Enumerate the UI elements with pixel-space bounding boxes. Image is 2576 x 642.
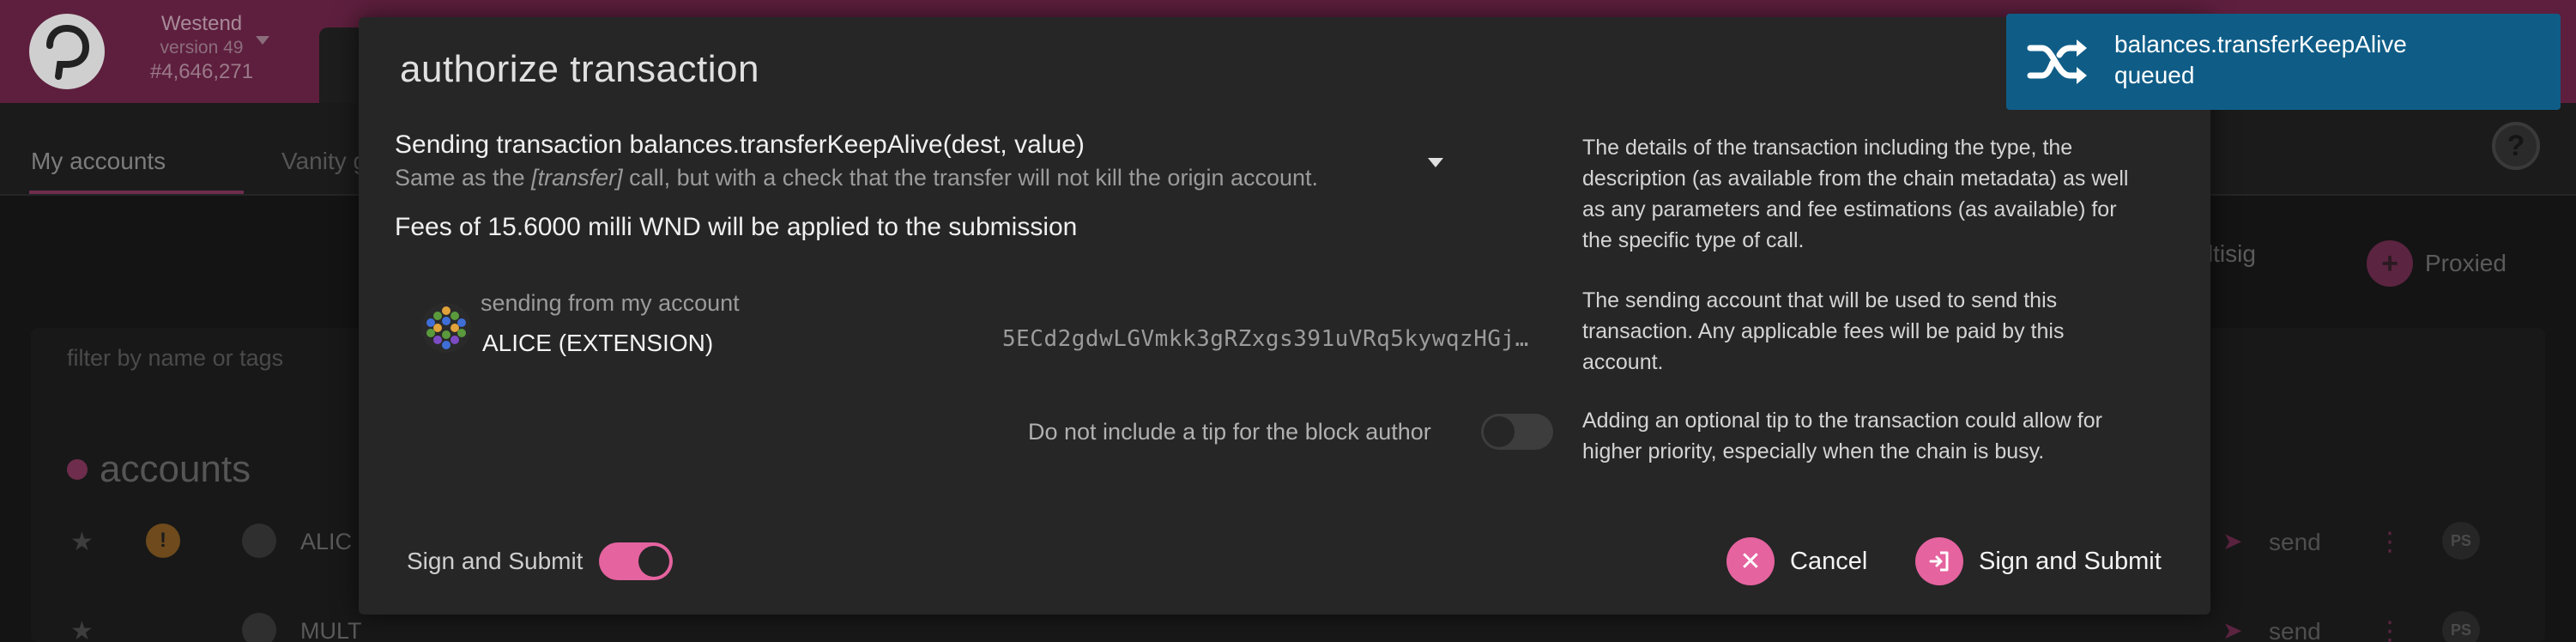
help-text-sender: The sending account that will be used to… (1582, 288, 2065, 374)
accounts-dot-icon (67, 459, 88, 480)
star-icon[interactable]: ★ (70, 527, 94, 557)
tip-toggle-label: Do not include a tip for the block autho… (1028, 419, 1431, 445)
transaction-title[interactable]: Sending transaction balances.transferKee… (395, 130, 1085, 160)
active-tab-indicator (29, 191, 244, 194)
modal-title: authorize transaction (400, 48, 759, 90)
tab-my-accounts[interactable]: My accounts (31, 148, 166, 175)
cancel-button[interactable]: ✕ Cancel (1726, 536, 1867, 587)
account-name: ALIC (300, 529, 353, 554)
description-prefix: Same as the (395, 165, 532, 191)
cancel-button-label: Cancel (1790, 547, 1868, 575)
chevron-down-icon[interactable] (256, 36, 269, 45)
plus-icon: + (2367, 240, 2413, 287)
help-text-details: The details of the transaction including… (1582, 136, 2129, 252)
tip-toggle[interactable] (1481, 414, 1553, 450)
toast-status: queued (2114, 62, 2195, 88)
send-icon[interactable]: ➤ (2222, 527, 2242, 555)
send-button[interactable]: send (2269, 529, 2321, 556)
chain-name: Westend (160, 12, 243, 35)
authorize-transaction-modal: authorize transaction Sending transactio… (359, 17, 2210, 615)
description-suffix: call, but with a check that the transfer… (622, 165, 1319, 191)
proxied-label: Proxied (2425, 250, 2506, 276)
identicon-avatar[interactable] (420, 302, 472, 354)
help-text-tip: Adding an optional tip to the transactio… (1582, 409, 2102, 463)
account-avatar[interactable] (242, 613, 276, 642)
expand-details-chevron-icon[interactable] (1428, 158, 1443, 167)
sign-and-submit-button[interactable]: Sign and Submit (1915, 536, 2162, 587)
sender-account-name[interactable]: ALICE (EXTENSION) (482, 330, 713, 357)
account-avatar[interactable] (242, 524, 276, 558)
chain-selector[interactable]: Westend version 49 #4,646,271 (120, 12, 283, 84)
filter-input[interactable]: filter by name or tags (67, 345, 283, 372)
send-button[interactable]: send (2269, 618, 2321, 642)
send-icon[interactable]: ➤ (2222, 616, 2242, 642)
transaction-description: Same as the [transfer] call, but with a … (395, 165, 1318, 191)
close-icon: ✕ (1726, 537, 1775, 585)
sign-and-submit-toggle[interactable] (599, 542, 673, 580)
toggle-knob (1484, 416, 1515, 447)
table-row: ★ MULT ➤ send ⋮ PS (0, 611, 2576, 642)
proxied-button[interactable]: + Proxied (2367, 240, 2506, 287)
status-toast[interactable]: balances.transferKeepAlive queued (2006, 14, 2561, 110)
toast-title: balances.transferKeepAlive (2114, 31, 2407, 58)
account-name: MULT (300, 618, 362, 642)
description-reference: [transfer] (531, 165, 623, 191)
accounts-heading-label: accounts (100, 448, 251, 490)
more-options-icon[interactable]: ⋮ (2377, 616, 2403, 642)
account-badge: PS (2442, 611, 2480, 642)
sender-label: sending from my account (481, 290, 740, 316)
sign-in-icon (1915, 537, 1963, 585)
shuffle-icon (2027, 39, 2087, 84)
toggle-knob (638, 546, 669, 577)
sign-and-submit-toggle-label: Sign and Submit (407, 548, 584, 574)
sign-and-submit-button-label: Sign and Submit (1979, 547, 2162, 575)
accounts-heading: accounts (67, 448, 251, 491)
polkadot-logo-icon[interactable] (29, 14, 105, 89)
sender-address[interactable]: 5ECd2gdwLGVmkk3gRZxgs391uVRq5kywqzHGj… (1002, 326, 1529, 352)
warning-icon: ! (146, 524, 180, 558)
block-number: #4,646,271 (149, 60, 254, 83)
account-badge: PS (2442, 522, 2480, 560)
tab-vanity[interactable]: Vanity g (281, 148, 366, 175)
more-options-icon[interactable]: ⋮ (2377, 527, 2403, 557)
help-icon[interactable]: ? (2492, 122, 2540, 170)
star-icon[interactable]: ★ (70, 616, 94, 642)
fees-text: Fees of 15.6000 milli WND will be applie… (395, 213, 1078, 241)
